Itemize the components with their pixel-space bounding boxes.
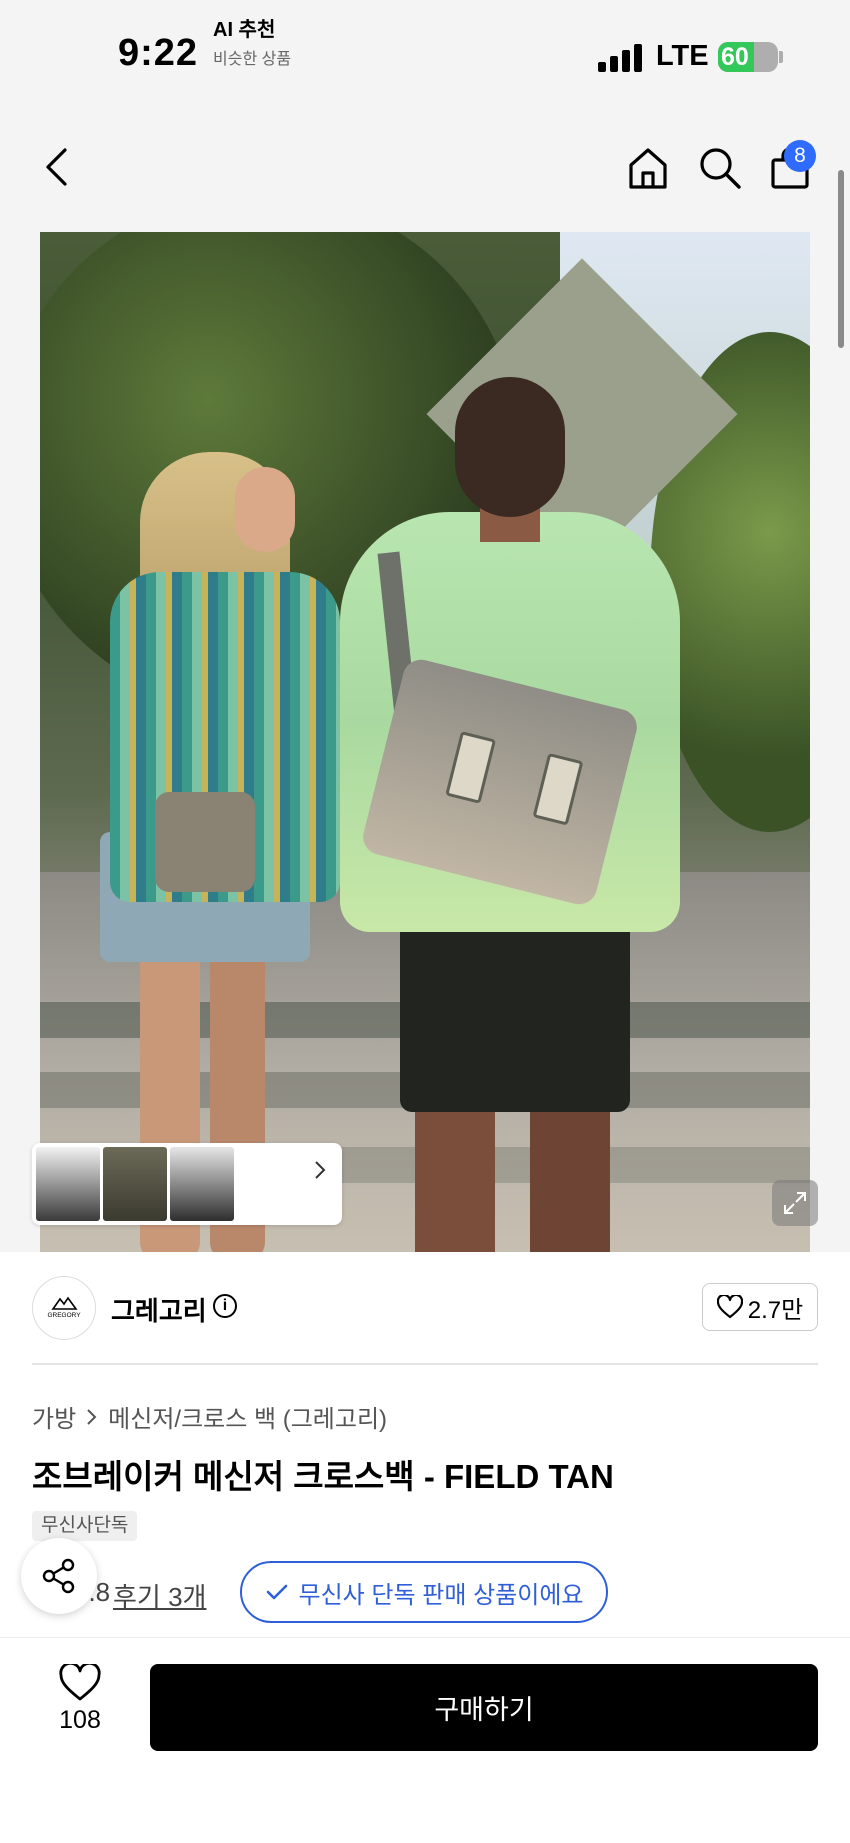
photo-figure: [415, 1092, 495, 1252]
recommend-thumbnail[interactable]: [103, 1147, 167, 1221]
exclusive-sale-chip[interactable]: 무신사 단독 판매 상품이에요: [240, 1561, 608, 1623]
exclusive-tag: 무신사단독: [32, 1511, 138, 1541]
battery-icon: 60: [718, 42, 778, 72]
share-icon: [42, 1558, 75, 1594]
breadcrumb: 가방 메신저/크로스 백 (그레고리): [32, 1399, 387, 1434]
breadcrumb-subcategory[interactable]: 메신저/크로스 백 (그레고리): [108, 1399, 387, 1434]
photo-figure: [455, 377, 565, 517]
recommend-thumbnail[interactable]: [170, 1147, 234, 1221]
signal-icon: [598, 44, 644, 72]
photo-figure: [530, 1092, 610, 1252]
product-title: 조브레이커 메신저 크로스백 - FIELD TAN: [32, 1458, 614, 1495]
buy-button[interactable]: 구매하기: [150, 1664, 818, 1751]
home-icon[interactable]: [624, 144, 672, 192]
network-type: LTE: [656, 40, 709, 72]
ai-recommend-subtitle: 비슷한 상품: [213, 51, 292, 68]
recommend-thumbnail[interactable]: [36, 1147, 100, 1221]
brand-name[interactable]: 그레고리: [111, 1291, 207, 1328]
review-link[interactable]: 후기 3개: [113, 1577, 206, 1614]
wishlist-count: 108: [59, 1706, 101, 1734]
wishlist-button[interactable]: 108: [40, 1664, 120, 1764]
photo-figure: [235, 467, 295, 552]
breadcrumb-category[interactable]: 가방: [32, 1399, 76, 1434]
battery-level: 60: [721, 43, 749, 71]
scrollbar[interactable]: [838, 170, 844, 348]
cart-count-badge: 8: [784, 140, 816, 172]
divider: [32, 1363, 818, 1365]
chevron-right-icon: [87, 1408, 97, 1425]
battery-tip: [779, 51, 783, 63]
brand-like-count: 2.7만: [747, 1296, 804, 1324]
exclusive-sale-text: 무신사 단독 판매 상품이에요: [298, 1581, 584, 1609]
photo-buckle: [532, 752, 584, 826]
expand-icon[interactable]: [772, 1180, 818, 1226]
share-button[interactable]: [21, 1538, 97, 1614]
ai-recommend-card[interactable]: [32, 1143, 342, 1225]
photo-small-bag: [155, 792, 255, 892]
ai-recommend-title: AI 추천: [213, 19, 276, 41]
check-icon: [266, 1584, 287, 1600]
heart-icon: [716, 1295, 743, 1319]
brand-logo[interactable]: GREGORY: [32, 1276, 96, 1340]
info-icon[interactable]: i: [213, 1294, 237, 1318]
chevron-right-icon: [314, 1160, 326, 1185]
heart-icon: [59, 1664, 101, 1701]
svg-text:GREGORY: GREGORY: [47, 1312, 81, 1319]
photo-buckle: [445, 731, 497, 804]
status-time: 9:22: [118, 32, 199, 74]
brand-like-button[interactable]: 2.7만: [702, 1283, 818, 1331]
search-icon[interactable]: [696, 144, 744, 192]
product-photo[interactable]: [40, 232, 810, 1252]
back-icon[interactable]: [36, 143, 76, 191]
